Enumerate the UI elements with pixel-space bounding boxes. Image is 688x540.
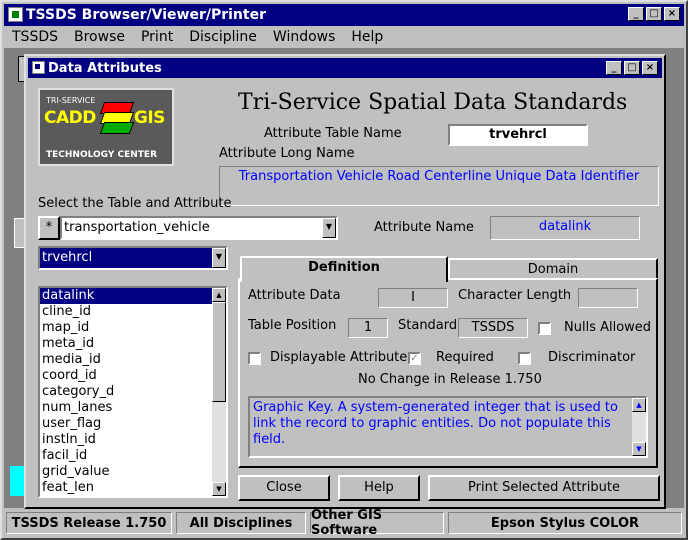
table-position-field[interactable]: 1	[348, 318, 388, 338]
displayable-label: Displayable Attribute	[270, 350, 408, 365]
list-scrollbar[interactable]: ▲ ▼	[212, 288, 226, 496]
app-window: TSSDS Browser/Viewer/Printer _ □ × TSSDS…	[0, 0, 688, 540]
scroll-thumb[interactable]	[212, 302, 226, 402]
list-item[interactable]: map_id	[40, 320, 226, 336]
dialog-minimize-button[interactable]: _	[606, 61, 622, 75]
app-titlebar[interactable]: TSSDS Browser/Viewer/Printer _ □ ×	[4, 4, 684, 26]
dialog-titlebar[interactable]: Data Attributes _ □ ×	[28, 58, 662, 78]
discriminator-checkbox[interactable]	[518, 352, 531, 365]
attribute-name-field[interactable]: datalink	[490, 216, 640, 240]
dialog-close-button[interactable]: ×	[642, 61, 658, 75]
scroll-down-icon[interactable]: ▼	[212, 482, 226, 496]
select-table-label: Select the Table and Attribute	[38, 196, 232, 211]
cadd-gis-logo: TRI-SERVICE CADD GIS TECHNOLOGY CENTER	[38, 88, 174, 166]
logo-line1: TRI-SERVICE	[46, 96, 96, 105]
layers-icon	[99, 102, 135, 142]
entity-type-value: transportation_vehicle	[64, 220, 210, 235]
discriminator-label: Discriminator	[548, 350, 636, 365]
app-title: TSSDS Browser/Viewer/Printer	[26, 7, 266, 23]
nulls-allowed-checkbox[interactable]	[538, 322, 551, 335]
dialog-title: Data Attributes	[48, 60, 162, 76]
table-dropdown[interactable]: trvehrcl ▼	[38, 246, 228, 270]
tab-definition[interactable]: Definition	[240, 256, 448, 282]
description-textarea[interactable]: Graphic Key. A system-generated integer …	[248, 396, 648, 458]
standard-field[interactable]: TSSDS	[458, 318, 528, 338]
list-item[interactable]: feat_len	[40, 480, 226, 496]
required-label: Required	[436, 350, 494, 365]
status-gis-software: Other GIS Software	[310, 508, 444, 538]
menu-bar: TSSDS Browse Print Discipline Windows He…	[4, 26, 684, 48]
description-text: Graphic Key. A system-generated integer …	[253, 400, 618, 447]
dialog-icon	[32, 61, 45, 74]
scroll-up-icon[interactable]: ▲	[632, 398, 646, 412]
list-item[interactable]: instln_id	[40, 432, 226, 448]
chevron-down-icon[interactable]: ▼	[322, 218, 336, 238]
logo-gis: GIS	[133, 108, 166, 128]
table-dropdown-value: trvehrcl	[40, 248, 212, 268]
app-icon	[8, 7, 23, 22]
menu-help[interactable]: Help	[343, 29, 391, 45]
list-item[interactable]: meta_id	[40, 336, 226, 352]
required-checkbox[interactable]: ✓	[408, 352, 421, 365]
status-printer: Epson Stylus COLOR	[448, 512, 682, 534]
menu-browse[interactable]: Browse	[66, 29, 133, 45]
entity-prefix-button[interactable]: *	[38, 216, 60, 240]
attribute-data-field[interactable]: I	[378, 288, 448, 308]
menu-discipline[interactable]: Discipline	[181, 29, 265, 45]
nulls-allowed-label: Nulls Allowed	[564, 320, 652, 335]
page-title: Tri-Service Spatial Data Standards	[238, 90, 628, 115]
table-position-label: Table Position	[248, 318, 337, 333]
dialog-maximize-button[interactable]: □	[624, 61, 640, 75]
list-item[interactable]: grid_value	[40, 464, 226, 480]
status-bar: TSSDS Release 1.750 All Disciplines Othe…	[4, 508, 684, 538]
attribute-long-name-field[interactable]: Transportation Vehicle Road Centerline U…	[219, 166, 659, 206]
logo-line2: TECHNOLOGY CENTER	[46, 150, 158, 160]
attribute-table-name-label: Attribute Table Name	[264, 126, 402, 141]
logo-cadd: CADD	[44, 108, 96, 128]
list-item[interactable]: num_lanes	[40, 400, 226, 416]
release-note: No Change in Release 1.750	[358, 372, 542, 387]
help-button[interactable]: Help	[338, 475, 420, 501]
minimize-button[interactable]: _	[628, 7, 644, 21]
attribute-list[interactable]: datalink cline_id map_id meta_id media_i…	[38, 286, 228, 498]
character-length-label: Character Length	[458, 288, 572, 303]
displayable-checkbox[interactable]	[248, 352, 261, 365]
list-item[interactable]: user_flag	[40, 416, 226, 432]
description-scrollbar[interactable]: ▲ ▼	[632, 398, 646, 456]
menu-print[interactable]: Print	[133, 29, 181, 45]
close-button[interactable]: Close	[238, 475, 330, 501]
scroll-up-icon[interactable]: ▲	[212, 288, 226, 302]
chevron-down-icon[interactable]: ▼	[212, 248, 226, 268]
print-selected-attribute-button[interactable]: Print Selected Attribute	[428, 475, 660, 501]
menu-tssds[interactable]: TSSDS	[4, 29, 66, 45]
list-item[interactable]: datalink	[40, 288, 226, 304]
list-item[interactable]: media_id	[40, 352, 226, 368]
list-item[interactable]: facil_id	[40, 448, 226, 464]
background-window-fragment	[10, 466, 24, 496]
list-item[interactable]: category_d	[40, 384, 226, 400]
status-discipline: All Disciplines	[176, 512, 306, 534]
list-item[interactable]: coord_id	[40, 368, 226, 384]
attribute-table-name-field[interactable]: trvehrcl	[448, 124, 588, 146]
maximize-button[interactable]: □	[646, 7, 662, 21]
menu-windows[interactable]: Windows	[265, 29, 344, 45]
attribute-data-label: Attribute Data	[248, 288, 341, 303]
attribute-name-label: Attribute Name	[374, 220, 474, 235]
character-length-field[interactable]	[578, 288, 638, 308]
entity-type-dropdown[interactable]: transportation_vehicle ▼	[60, 216, 338, 240]
attribute-long-name-label: Attribute Long Name	[219, 146, 355, 161]
scroll-down-icon[interactable]: ▼	[632, 442, 646, 456]
list-item[interactable]: cline_id	[40, 304, 226, 320]
standard-label: Standard	[398, 318, 458, 333]
close-window-button[interactable]: ×	[664, 7, 680, 21]
data-attributes-dialog: Data Attributes _ □ × TRI-SERVICE CADD GI…	[24, 54, 666, 509]
status-release: TSSDS Release 1.750	[6, 512, 172, 534]
